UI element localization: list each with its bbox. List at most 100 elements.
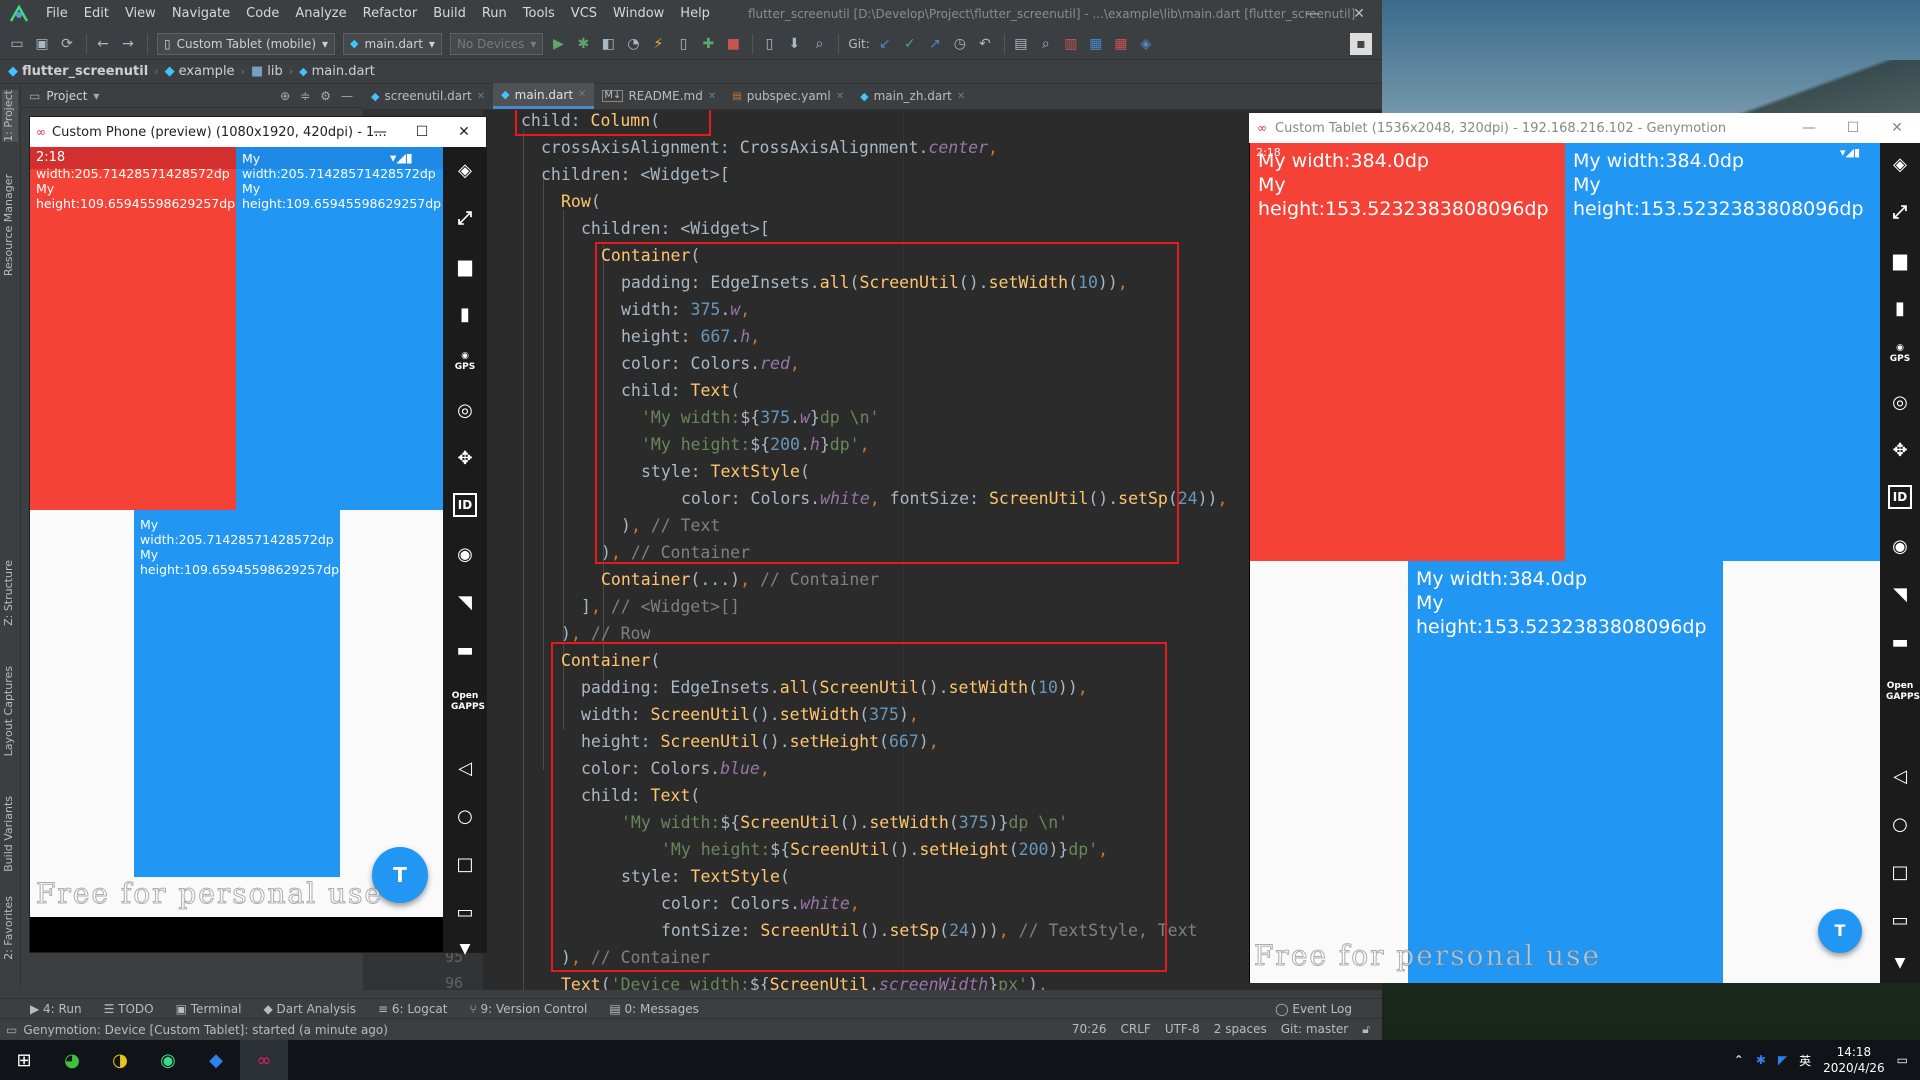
- tool-version-control[interactable]: ⑂ 9: Version Control: [470, 1002, 588, 1016]
- close-icon[interactable]: ✕: [578, 89, 586, 100]
- tool-todo[interactable]: ☰ TODO: [104, 1002, 154, 1016]
- media-icon[interactable]: ◉: [451, 541, 479, 569]
- tablet-screen[interactable]: 2:18 ▾◢▮ My width:384.0dp My height:153.…: [1250, 143, 1880, 983]
- battery-icon[interactable]: ▮: [1886, 295, 1914, 323]
- menu-build[interactable]: Build: [425, 0, 474, 28]
- chevron-up-icon[interactable]: ⌃: [1734, 1053, 1744, 1067]
- menu-view[interactable]: View: [117, 0, 164, 28]
- wechat-icon[interactable]: ◕: [48, 1040, 96, 1080]
- network-icon[interactable]: ◥: [451, 589, 479, 617]
- rotate-icon[interactable]: ◈: [451, 157, 479, 185]
- avd-manager-icon[interactable]: ▯: [758, 33, 780, 55]
- menu-window[interactable]: Window: [605, 0, 672, 28]
- recents-nav-icon[interactable]: □: [1886, 859, 1914, 887]
- forward-icon[interactable]: →: [117, 33, 139, 55]
- tab-readme[interactable]: M↓ README.md ✕: [594, 83, 724, 109]
- project-view-selector[interactable]: Project: [46, 89, 87, 103]
- tool-logcat[interactable]: ≡ 6: Logcat: [378, 1002, 447, 1016]
- tablet-minimize-button[interactable]: —: [1789, 113, 1829, 143]
- attach-icon[interactable]: ▯: [672, 33, 694, 55]
- run-icon[interactable]: ▶: [547, 33, 569, 55]
- run-config-selector[interactable]: ◆ main.dart ▾: [343, 32, 442, 55]
- side-tab-resource-manager[interactable]: Resource Manager: [2, 174, 18, 276]
- breadcrumb-lib[interactable]: ■ lib: [251, 64, 283, 79]
- recents-nav-icon[interactable]: □: [451, 851, 479, 879]
- phone-close-button[interactable]: ✕: [444, 117, 484, 147]
- home-nav-icon[interactable]: ○: [1886, 811, 1914, 839]
- git-update-icon[interactable]: ↙: [874, 33, 896, 55]
- side-tab-project[interactable]: 1: Project: [2, 90, 18, 142]
- menu-file[interactable]: File: [38, 0, 76, 28]
- menu-refactor[interactable]: Refactor: [355, 0, 426, 28]
- search-structure-icon[interactable]: ⌕: [808, 33, 830, 55]
- camera-icon[interactable]: ◎: [1886, 389, 1914, 417]
- hot-reload-icon[interactable]: ⚡: [647, 33, 669, 55]
- breadcrumb-project[interactable]: ◆ flutter_screenutil: [8, 64, 148, 79]
- project-structure-icon[interactable]: ▤: [1010, 33, 1032, 55]
- locate-icon[interactable]: ⊕: [280, 89, 290, 103]
- close-icon[interactable]: ✕: [708, 91, 716, 102]
- windows-start-icon[interactable]: ⊞: [0, 1040, 48, 1080]
- tab-main[interactable]: ◆ main.dart ✕: [493, 83, 595, 109]
- id-icon[interactable]: ID: [453, 493, 477, 517]
- back-icon[interactable]: ←: [92, 33, 114, 55]
- send-icon[interactable]: ◤: [1778, 1053, 1787, 1067]
- tool-terminal[interactable]: ▣ Terminal: [176, 1002, 242, 1016]
- android-studio-icon[interactable]: ◉: [144, 1040, 192, 1080]
- menu-tools[interactable]: Tools: [515, 0, 563, 28]
- bluetooth-icon[interactable]: ✱: [1756, 1053, 1766, 1067]
- menu-vcs[interactable]: VCS: [563, 0, 605, 28]
- taskbar-clock[interactable]: 14:18 2020/4/26: [1823, 1044, 1885, 1076]
- camera-icon[interactable]: ◎: [451, 397, 479, 425]
- save-icon[interactable]: ▣: [31, 33, 53, 55]
- network-icon[interactable]: ◥: [1886, 581, 1914, 609]
- breadcrumb-file[interactable]: ◆ main.dart: [299, 64, 375, 79]
- gps-icon[interactable]: ◉ GPS: [1886, 343, 1914, 371]
- device-selector[interactable]: ▯ Custom Tablet (mobile) ▾: [157, 32, 336, 55]
- chevron-down-icon[interactable]: ▼: [1886, 949, 1914, 977]
- sync-icon[interactable]: ⟳: [56, 33, 78, 55]
- media-icon[interactable]: ◉: [1886, 533, 1914, 561]
- user-icon[interactable]: ▪: [1350, 32, 1372, 55]
- side-tab-favorites[interactable]: 2: Favorites: [2, 896, 18, 960]
- notification-icon[interactable]: ▭: [1897, 1053, 1908, 1067]
- phone-minimize-button[interactable]: —: [360, 117, 400, 147]
- floating-action-button[interactable]: T: [1818, 909, 1862, 953]
- translate-icon[interactable]: ▦: [1085, 33, 1107, 55]
- sms-icon[interactable]: ▬: [451, 637, 479, 665]
- stop-icon[interactable]: ■: [722, 33, 744, 55]
- sdk-manager-icon[interactable]: ⬇: [783, 33, 805, 55]
- phone-screen[interactable]: 2:18 ▾◢▮ width:205.71428571428572dp My h…: [30, 147, 443, 917]
- back-nav-icon[interactable]: ◁: [451, 755, 479, 783]
- genymotion-icon[interactable]: ▦: [1110, 33, 1132, 55]
- git-branch[interactable]: Git: master: [1281, 1022, 1349, 1037]
- menu-help[interactable]: Help: [672, 0, 718, 28]
- menu-run[interactable]: Run: [474, 0, 515, 28]
- coverage-icon[interactable]: ◧: [597, 33, 619, 55]
- minimize-button[interactable]: —: [1290, 0, 1336, 28]
- open-folder-icon[interactable]: ▭: [6, 33, 28, 55]
- layers-icon[interactable]: ◈: [1135, 33, 1157, 55]
- rotate-icon[interactable]: ◈: [1886, 151, 1914, 179]
- search-icon[interactable]: ⌕: [1035, 33, 1057, 55]
- caret-position[interactable]: 70:26: [1072, 1022, 1107, 1037]
- menu-nav-icon[interactable]: ▭: [451, 899, 479, 927]
- profile-icon[interactable]: ◔: [622, 33, 644, 55]
- genymotion-icon[interactable]: ∞: [240, 1040, 288, 1080]
- phone-maximize-button[interactable]: ☐: [402, 117, 442, 147]
- breadcrumb-example[interactable]: ◆ example: [165, 64, 235, 79]
- git-commit-icon[interactable]: ✓: [899, 33, 921, 55]
- lock-icon[interactable]: 🔓︎: [1362, 1022, 1370, 1037]
- open-gapps-icon[interactable]: Open GAPPS: [1886, 681, 1920, 709]
- pixel-perfect-icon[interactable]: ⤢: [451, 205, 479, 233]
- tab-pubspec[interactable]: ▤ pubspec.yaml ✕: [724, 83, 852, 109]
- close-icon[interactable]: ✕: [836, 91, 844, 102]
- close-button[interactable]: ✕: [1336, 0, 1382, 28]
- side-tab-build-variants[interactable]: Build Variants: [2, 796, 18, 872]
- side-tab-structure[interactable]: Z: Structure: [2, 560, 18, 626]
- code-editor[interactable]: 95 96 child: Column( crossAxisAlignment:…: [363, 110, 1382, 990]
- move-icon[interactable]: ✥: [1886, 437, 1914, 465]
- menu-code[interactable]: Code: [238, 0, 287, 28]
- tab-screenutil[interactable]: ◆ screenutil.dart ✕: [363, 83, 493, 109]
- back-nav-icon[interactable]: ◁: [1886, 763, 1914, 791]
